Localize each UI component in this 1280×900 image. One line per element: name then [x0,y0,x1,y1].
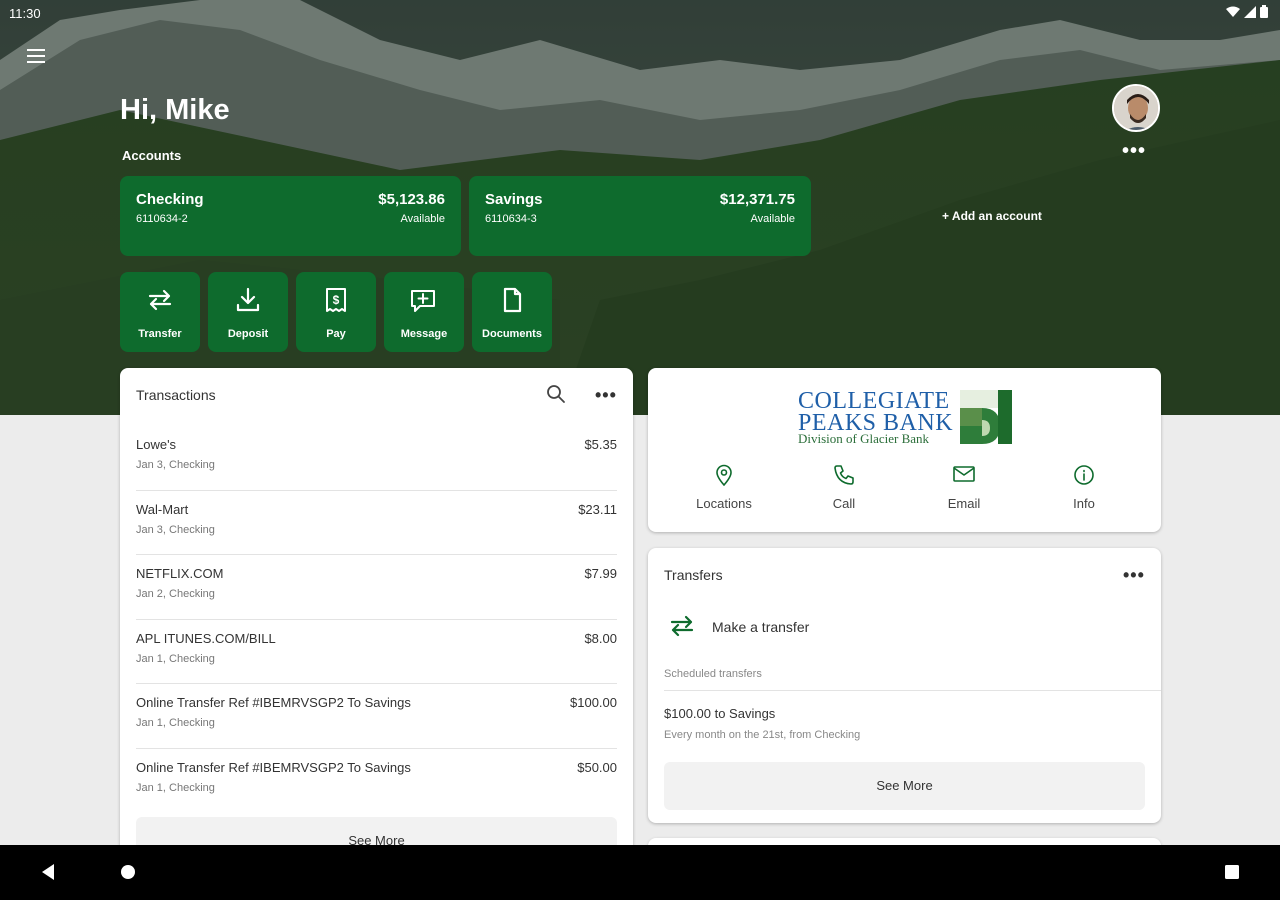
search-icon[interactable] [546,384,566,409]
transfers-title: Transfers [664,567,723,583]
transfer-icon [120,286,200,314]
contact-email-button[interactable]: Email [904,464,1024,511]
pay-icon: $ [296,286,376,314]
contact-info-button[interactable]: Info [1024,464,1144,511]
action-label: Pay [326,328,346,340]
message-icon [384,286,464,314]
account-name: Savings [485,191,543,208]
transaction-row[interactable]: Wal-Mart Jan 3, Checking $23.11 [136,491,617,555]
transaction-list: Lowe's Jan 3, Checking $5.35 Wal-Mart Ja… [136,426,617,813]
bank-logo-mark-icon [960,390,1012,444]
transaction-row[interactable]: APL ITUNES.COM/BILL Jan 1, Checking $8.0… [136,620,617,684]
bank-card: COLLEGIATE PEAKS BANK Division of Glacie… [648,368,1161,532]
transaction-detail: Jan 2, Checking [136,588,215,600]
battery-icon [1260,5,1268,18]
transactions-title: Transactions [136,387,216,403]
phone-icon [784,464,904,488]
transactions-card: Transactions ••• Lowe's Jan 3, Checking … [120,368,633,868]
logo-line-3: Division of Glacier Bank [798,431,930,446]
account-card-savings[interactable]: Savings 6110634-3 $12,371.75 Available [469,176,811,256]
avatar[interactable] [1112,84,1160,132]
transaction-amount: $7.99 [584,566,617,581]
transfers-card: Transfers ••• Make a transfer Scheduled … [648,548,1161,823]
status-time: 11:30 [9,6,41,21]
transfers-see-more-button[interactable]: See More [664,762,1145,810]
scheduled-transfers-label: Scheduled transfers [664,668,762,680]
divider [664,690,1161,691]
transaction-row[interactable]: NETFLIX.COM Jan 2, Checking $7.99 [136,555,617,620]
action-documents-button[interactable]: Documents [472,272,552,352]
transfer-icon [668,612,696,645]
action-label: Message [400,328,448,340]
make-transfer-label: Make a transfer [712,619,810,635]
transaction-name: APL ITUNES.COM/BILL [136,630,276,646]
home-icon[interactable] [120,864,136,885]
accounts-label: Accounts [122,148,182,163]
transaction-detail: Jan 1, Checking [136,652,215,665]
account-balance: $12,371.75 [719,191,795,208]
transaction-row[interactable]: Online Transfer Ref #IBEMRVSGP2 To Savin… [136,684,617,749]
transaction-name: Lowe's [136,437,177,452]
contact-locations-button[interactable]: Locations [664,464,784,511]
transaction-detail: Jan 1, Checking [136,781,215,794]
scheduled-transfer-title[interactable]: $100.00 to Savings [664,706,775,721]
action-label: Deposit [227,328,269,340]
contact-label: Email [947,496,981,511]
transaction-row[interactable]: Lowe's Jan 3, Checking $5.35 [136,426,617,491]
contact-label: Call [832,496,856,511]
account-number: 6110634-2 [136,213,188,225]
recents-icon[interactable] [1224,864,1240,885]
make-transfer-button[interactable]: Make a transfer [664,610,1144,642]
account-name: Checking [136,191,204,208]
scheduled-transfer-detail: Every month on the 21st, from Checking [664,729,861,741]
account-number: 6110634-3 [485,213,537,225]
contact-call-button[interactable]: Call [784,464,904,511]
svg-text:$: $ [333,293,340,307]
transaction-detail: Jan 1, Checking [136,717,215,729]
transaction-amount: $100.00 [570,695,617,710]
header-more-icon[interactable]: ••• [1122,141,1146,161]
transaction-name: Wal-Mart [136,501,189,517]
account-balance: $5,123.86 [378,191,445,208]
transfers-more-icon[interactable]: ••• [1123,566,1145,584]
transaction-row[interactable]: Online Transfer Ref #IBEMRVSGP2 To Savin… [136,749,617,814]
system-nav-bar [0,845,1280,900]
greeting: Hi, Mike [120,94,230,126]
action-pay-button[interactable]: $ Pay [296,272,376,352]
account-card-checking[interactable]: Checking 6110634-2 $5,123.86 Available [120,176,461,256]
transaction-name: Online Transfer Ref #IBEMRVSGP2 To Savin… [136,759,411,775]
action-deposit-button[interactable]: Deposit [208,272,288,352]
info-icon [1024,464,1144,488]
transaction-detail: Jan 3, Checking [136,459,215,471]
hamburger-menu-icon[interactable] [24,44,50,68]
transaction-amount: $23.11 [578,501,617,517]
action-label: Documents [482,328,542,340]
deposit-icon [208,286,288,314]
status-bar: 11:30 [0,0,1280,26]
email-icon [904,464,1024,488]
wifi-icon [1226,6,1240,17]
action-message-button[interactable]: Message [384,272,464,352]
account-status: Available [400,213,445,225]
bank-logo: COLLEGIATE PEAKS BANK Division of Glacie… [798,388,1012,448]
transaction-amount: $5.35 [584,437,617,452]
transaction-name: Online Transfer Ref #IBEMRVSGP2 To Savin… [136,695,411,710]
transaction-name: NETFLIX.COM [136,566,224,581]
status-icons [1226,5,1268,18]
action-transfer-button[interactable]: Transfer [120,272,200,352]
document-icon [472,286,552,314]
contact-label: Info [1073,496,1095,511]
transactions-more-icon[interactable]: ••• [595,386,617,404]
back-icon[interactable] [40,863,56,886]
transaction-detail: Jan 3, Checking [136,523,215,536]
contact-label: Locations [696,496,752,511]
location-pin-icon [664,464,784,488]
add-account-link[interactable]: + Add an account [942,209,1042,223]
transaction-amount: $8.00 [584,630,617,646]
transaction-amount: $50.00 [577,759,617,775]
account-status: Available [750,213,795,225]
signal-icon [1244,5,1256,18]
action-label: Transfer [138,328,182,340]
